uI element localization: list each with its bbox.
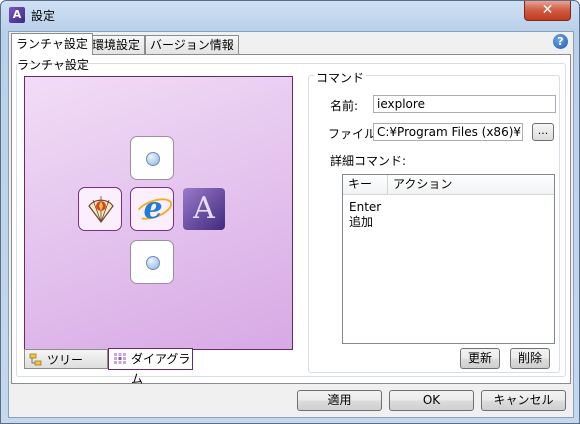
close-button[interactable]: ✕ [524, 1, 571, 21]
window-title: 設定 [31, 9, 56, 23]
launcher-group-label: ランチャ設定 [17, 58, 89, 72]
browse-file-button[interactable]: ... [532, 123, 554, 141]
diagram-tab-label: ダイアグラム [131, 352, 191, 386]
list-header: キー アクション [343, 175, 554, 195]
cancel-button[interactable]: キャンセル [481, 390, 566, 411]
dialog-client-area: ランチャ設定 環境設定 バージョン情報 ? ランチャ設定 e A ツリー ダイア… [8, 31, 574, 418]
diagram-grid-icon [114, 353, 126, 364]
diagram-slot-left[interactable] [78, 187, 122, 231]
tab-tree-view[interactable]: ツリー [24, 349, 108, 369]
fan-icon [88, 196, 114, 223]
list-item[interactable]: 追加 [349, 215, 373, 230]
view-tabs: ツリー ダイアグラム [24, 348, 293, 386]
tab-environment-settings[interactable]: 環境設定 [87, 35, 146, 54]
diagram-slot-bottom[interactable] [130, 240, 174, 284]
tab-version-info[interactable]: バージョン情報 [145, 35, 239, 54]
ok-button[interactable]: OK [389, 390, 474, 411]
empty-slot-icon [146, 152, 160, 166]
detail-command-list[interactable]: キー アクション Enter 追加 [342, 174, 555, 344]
diagram-slot-right-app-a-icon[interactable]: A [183, 188, 225, 230]
detail-command-label: 詳細コマンド: [330, 154, 407, 168]
internet-explorer-icon: e [143, 191, 163, 226]
help-icon[interactable]: ? [553, 34, 568, 49]
tree-icon [29, 353, 42, 366]
apply-button[interactable]: 適用 [297, 390, 382, 411]
launcher-settings-panel: ランチャ設定 e A ツリー ダイアグラム コマンド 名前: iexplore … [11, 54, 571, 386]
update-button[interactable]: 更新 [460, 348, 500, 369]
name-label: 名前: [330, 99, 359, 113]
column-header-key[interactable]: キー [343, 175, 388, 194]
name-field[interactable]: iexplore [373, 95, 556, 113]
column-header-action[interactable]: アクション [388, 175, 548, 194]
tree-tab-label: ツリー [47, 353, 84, 367]
diagram-slot-top[interactable] [130, 136, 174, 180]
title-bar[interactable]: A 設定 ✕ [1, 1, 579, 29]
diagram-slot-center[interactable]: e [130, 187, 175, 231]
tab-launcher-settings[interactable]: ランチャ設定 [11, 33, 93, 55]
app-logo-icon: A [9, 7, 25, 23]
list-item[interactable]: Enter [349, 200, 381, 215]
settings-window: A 設定 ✕ ランチャ設定 環境設定 バージョン情報 ? ランチャ設定 e A … [0, 0, 580, 424]
launcher-diagram[interactable]: e A [24, 76, 293, 350]
command-group-label: コマンド [314, 69, 367, 86]
file-path-field[interactable]: C:¥Program Files (x86)¥Inter [373, 123, 523, 141]
empty-slot-icon [146, 256, 160, 270]
tab-diagram-view[interactable]: ダイアグラム [108, 348, 193, 386]
delete-button[interactable]: 削除 [510, 348, 550, 369]
